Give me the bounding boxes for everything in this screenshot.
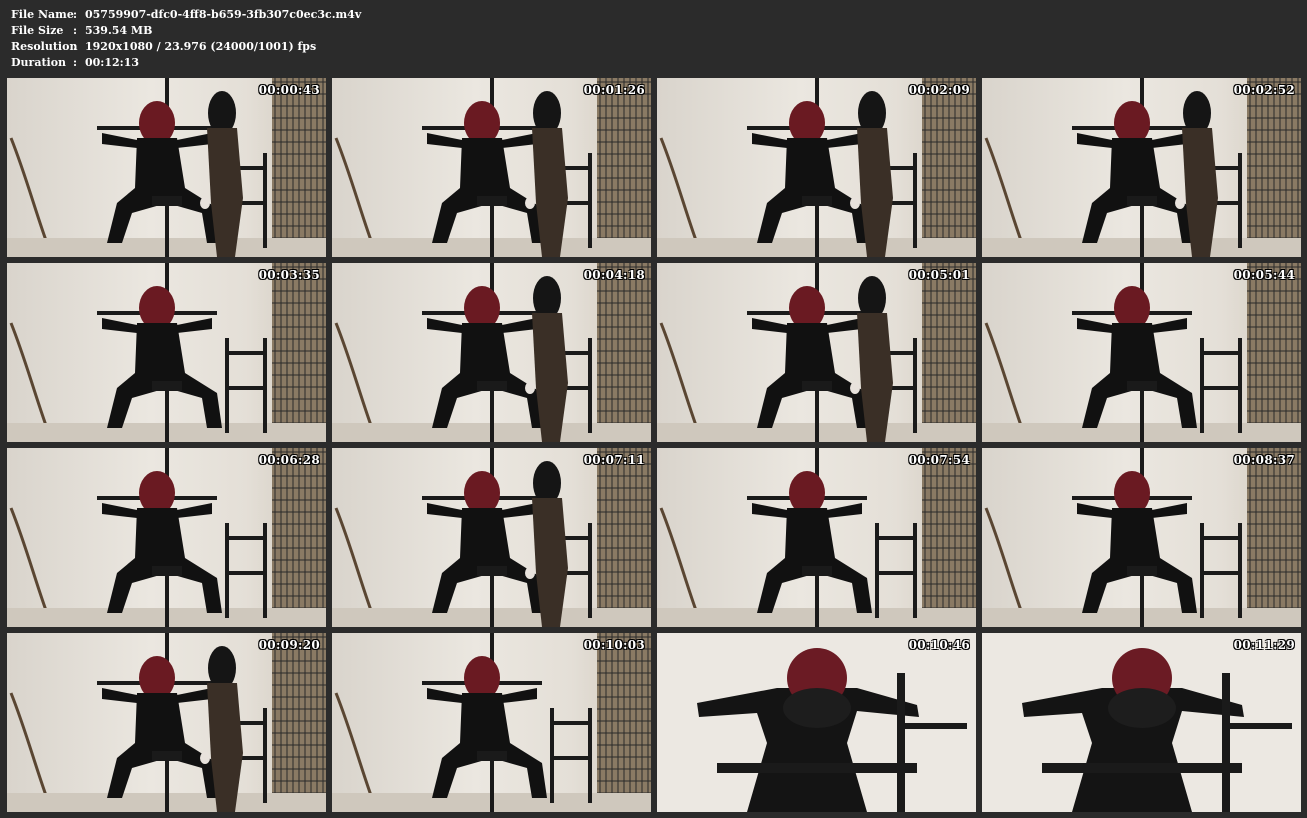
info-label: Resolution	[11, 40, 78, 53]
thumbnail-timestamp: 00:03:35	[258, 268, 320, 282]
video-frame-image	[7, 633, 326, 812]
video-frame-image	[982, 633, 1301, 812]
video-frame-image	[332, 263, 651, 442]
video-thumbnail: 00:01:26	[332, 78, 651, 257]
video-thumbnail: 00:08:37	[982, 448, 1301, 627]
thumbnail-timestamp: 00:11:29	[1233, 638, 1295, 652]
info-value: 539.54 MB	[85, 24, 153, 37]
info-row-file-name: File Name : 05759907-dfc0-4ff8-b659-3fb3…	[11, 7, 361, 23]
video-thumbnail: 00:03:35	[7, 263, 326, 442]
thumbnail-timestamp: 00:00:43	[258, 83, 320, 97]
video-thumbnail: 00:05:44	[982, 263, 1301, 442]
video-frame-image	[982, 78, 1301, 257]
info-value: 1920x1080 / 23.976 (24000/1001) fps	[85, 40, 317, 53]
video-frame-image	[332, 78, 651, 257]
video-frame-image	[7, 448, 326, 627]
thumbnail-timestamp: 00:09:20	[258, 638, 320, 652]
video-frame-image	[982, 448, 1301, 627]
info-value: 05759907-dfc0-4ff8-b659-3fb307c0ec3c.m4v	[85, 8, 362, 21]
file-info-panel: File Name : 05759907-dfc0-4ff8-b659-3fb3…	[11, 7, 361, 71]
info-separator: :	[73, 24, 78, 37]
video-frame-image	[7, 78, 326, 257]
video-thumbnail: 00:02:52	[982, 78, 1301, 257]
video-frame-image	[982, 263, 1301, 442]
video-thumbnail: 00:04:18	[332, 263, 651, 442]
video-thumbnail: 00:10:46	[657, 633, 976, 812]
video-frame-image	[332, 633, 651, 812]
video-frame-image	[7, 263, 326, 442]
info-value: 00:12:13	[85, 56, 140, 69]
video-frame-image	[657, 633, 976, 812]
info-row-file-size: File Size : 539.54 MB	[11, 23, 361, 39]
thumbnail-timestamp: 00:04:18	[583, 268, 645, 282]
info-separator: :	[73, 8, 78, 21]
thumbnail-timestamp: 00:05:01	[908, 268, 970, 282]
thumbnail-timestamp: 00:07:11	[583, 453, 645, 467]
video-thumbnail: 00:00:43	[7, 78, 326, 257]
info-separator: :	[73, 56, 78, 69]
video-thumbnail: 00:05:01	[657, 263, 976, 442]
thumbnail-timestamp: 00:02:09	[908, 83, 970, 97]
thumbnail-grid: 00:00:43 00:01:26 00:02:09 00:02:52 00:03:35…	[7, 78, 1301, 812]
video-thumbnail: 00:09:20	[7, 633, 326, 812]
video-frame-image	[657, 263, 976, 442]
video-thumbnail: 00:02:09	[657, 78, 976, 257]
info-row-duration: Duration : 00:12:13	[11, 55, 361, 71]
thumbnail-timestamp: 00:01:26	[583, 83, 645, 97]
video-frame-image	[332, 448, 651, 627]
video-thumbnail: 00:11:29	[982, 633, 1301, 812]
thumbnail-timestamp: 00:05:44	[1233, 268, 1295, 282]
thumbnail-timestamp: 00:07:54	[908, 453, 970, 467]
info-separator: :	[73, 40, 78, 53]
video-thumbnail: 00:07:54	[657, 448, 976, 627]
thumbnail-timestamp: 00:10:46	[908, 638, 970, 652]
video-thumbnail: 00:06:28	[7, 448, 326, 627]
video-thumbnail: 00:07:11	[332, 448, 651, 627]
info-label: File Size	[11, 24, 64, 37]
thumbnail-timestamp: 00:08:37	[1233, 453, 1295, 467]
video-frame-image	[657, 78, 976, 257]
info-label: Duration	[11, 56, 67, 69]
thumbnail-timestamp: 00:06:28	[258, 453, 320, 467]
thumbnail-timestamp: 00:10:03	[583, 638, 645, 652]
info-row-resolution: Resolution : 1920x1080 / 23.976 (24000/1…	[11, 39, 361, 55]
video-thumbnail: 00:10:03	[332, 633, 651, 812]
info-label: File Name	[11, 8, 74, 21]
video-frame-image	[657, 448, 976, 627]
thumbnail-timestamp: 00:02:52	[1233, 83, 1295, 97]
